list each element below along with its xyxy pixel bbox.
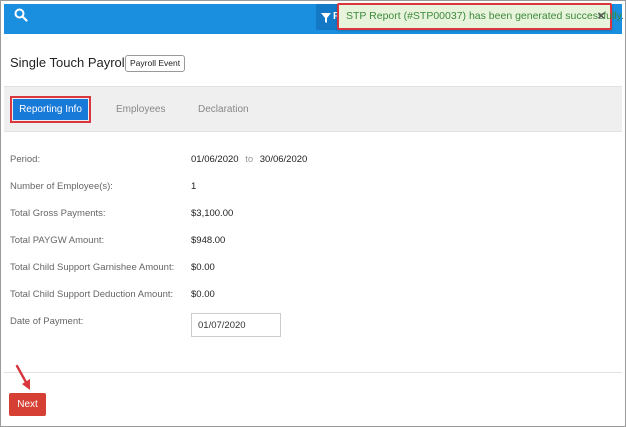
period-to: 30/06/2020 xyxy=(259,154,308,165)
paygw-amount-value: $948.00 xyxy=(191,235,226,246)
payment-date-label: Date of Payment: xyxy=(10,316,84,327)
tab-employees[interactable]: Employees xyxy=(116,104,165,115)
deduction-amount-label: Total Child Support Deduction Amount: xyxy=(10,289,174,300)
tab-declaration[interactable]: Declaration xyxy=(198,104,249,115)
period-label: Period: xyxy=(10,154,41,165)
payroll-event-badge: Payroll Event xyxy=(125,55,186,72)
success-toast: STP Report (#STP00037) has been generate… xyxy=(337,3,624,30)
page-title: Single Touch Payroll xyxy=(10,55,128,70)
paygw-amount-label: Total PAYGW Amount: xyxy=(10,235,105,246)
period-value: 01/06/2020 to 30/06/2020 xyxy=(191,154,307,165)
period-from: 01/06/2020 xyxy=(191,154,239,165)
next-button[interactable]: Next xyxy=(9,393,46,416)
close-icon[interactable]: × xyxy=(597,8,605,23)
payment-date-input[interactable] xyxy=(191,313,281,337)
tabs-bar xyxy=(4,86,622,132)
tab-reporting-info[interactable]: Reporting Info xyxy=(13,99,88,120)
gross-payments-label: Total Gross Payments: xyxy=(10,208,106,219)
filter-icon xyxy=(321,13,331,23)
employees-count-label: Number of Employee(s): xyxy=(10,181,113,192)
footer-divider xyxy=(4,372,622,373)
deduction-amount-value: $0.00 xyxy=(191,289,215,300)
employees-count-value: 1 xyxy=(191,181,197,192)
annotation-arrow-icon xyxy=(15,364,30,390)
toast-message: STP Report (#STP00037) has been generate… xyxy=(346,10,625,22)
period-to-word: to xyxy=(245,154,254,165)
garnishee-amount-value: $0.00 xyxy=(191,262,215,273)
search-icon[interactable] xyxy=(14,8,28,22)
gross-payments-value: $3,100.00 xyxy=(191,208,234,219)
garnishee-amount-label: Total Child Support Garnishee Amount: xyxy=(10,262,175,273)
